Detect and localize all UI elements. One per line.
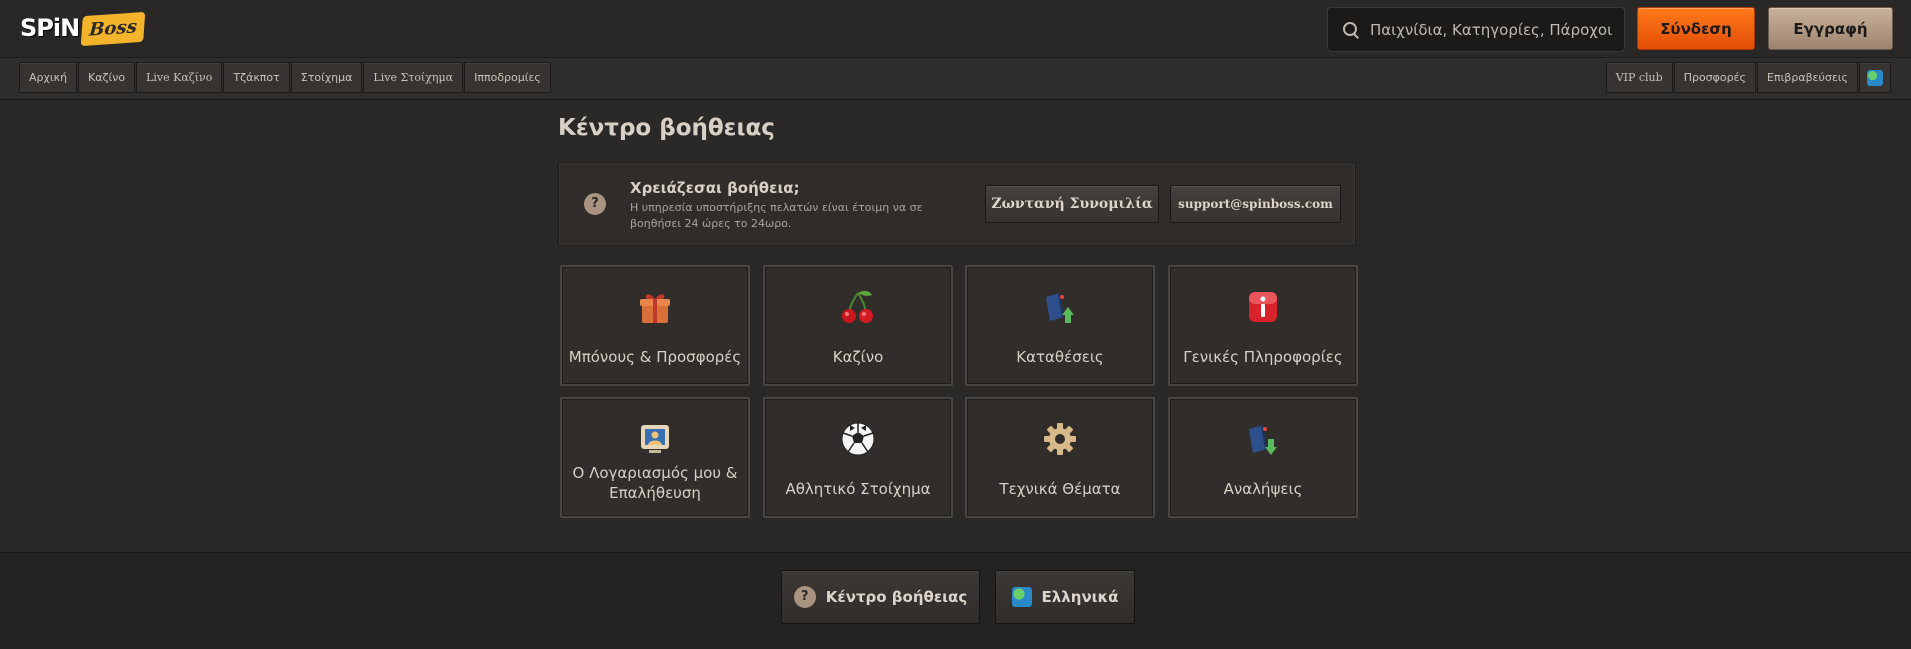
footer-language-label: Ελληνικά (1041, 588, 1119, 606)
footer-language-button[interactable]: Ελληνικά (995, 570, 1135, 624)
support-email-button[interactable]: support@spinboss.com (1170, 185, 1341, 223)
nav-item-casino[interactable]: Καζίνο (78, 62, 136, 93)
help-contact-box: ? Χρειάζεσαι βοήθεια; Η υπηρεσία υποστήρ… (558, 162, 1356, 246)
logo-spin-text: SPiN (20, 14, 80, 42)
globe-icon (1011, 587, 1032, 607)
nav-item-rewards[interactable]: Επιβραβεύσεις (1757, 62, 1858, 93)
tile-technical-issues[interactable]: Τεχνικά Θέματα (965, 397, 1155, 518)
info-icon (1249, 292, 1277, 322)
tile-bonus-offers[interactable]: Μπόνους & Προσφορές (560, 265, 750, 386)
tile-general-info[interactable]: Γενικές Πληροφορίες (1168, 265, 1358, 386)
search-box[interactable] (1327, 7, 1625, 52)
tile-label: Τεχνικά Θέματα (999, 480, 1121, 498)
tile-label: Γενικές Πληροφορίες (1183, 348, 1343, 366)
tile-label: Μπόνους & Προσφορές (568, 348, 742, 366)
register-button[interactable]: Εγγραφή (1768, 7, 1893, 50)
page-title: Κέντρο βοήθειας (558, 115, 775, 141)
nav-item-jackpot[interactable]: Τζάκποτ (223, 62, 290, 93)
tile-withdrawals[interactable]: Αναλήψεις (1168, 397, 1358, 518)
nav-item-horse-racing[interactable]: Ιπποδρομίες (464, 62, 551, 93)
tile-label: Καζίνο (832, 348, 884, 366)
nav-left-group: Αρχική Καζίνο Live Καζίνο Τζάκποτ Στοίχη… (19, 62, 552, 93)
football-icon (841, 422, 875, 456)
footer: ? Κέντρο βοήθειας Ελληνικά (0, 552, 1911, 649)
nav-item-language[interactable] (1859, 62, 1891, 93)
question-icon: ? (584, 193, 606, 215)
nav-item-live-casino[interactable]: Live Καζίνο (136, 62, 223, 93)
cherries-icon (842, 290, 873, 323)
gear-icon (1044, 423, 1076, 455)
tile-label: Αναλήψεις (1223, 480, 1303, 498)
globe-icon (1867, 69, 1883, 86)
gift-icon (640, 294, 670, 323)
nav-item-home[interactable]: Αρχική (19, 62, 78, 93)
search-icon (1342, 21, 1360, 39)
question-icon: ? (793, 586, 816, 608)
deposit-icon (1046, 293, 1074, 323)
tile-casino[interactable]: Καζίνο (763, 265, 953, 386)
search-input[interactable] (1370, 20, 1620, 39)
nav-item-live-betting[interactable]: Live Στοίχημα (363, 62, 464, 93)
spinboss-logo[interactable]: SPiN Boss (20, 11, 146, 47)
nav-item-vip-club[interactable]: VIP club (1605, 62, 1673, 93)
login-button[interactable]: Σύνδεση (1637, 7, 1755, 50)
help-title: Χρειάζεσαι βοήθεια; (630, 179, 800, 197)
withdrawal-icon (1249, 425, 1277, 455)
footer-help-center-button[interactable]: ? Κέντρο βοήθειας (781, 570, 980, 624)
nav-item-betting[interactable]: Στοίχημα (290, 62, 363, 93)
logo-boss-text: Boss (80, 11, 146, 47)
tile-sports-betting[interactable]: Αθλητικό Στοίχημα (763, 397, 953, 518)
tile-deposits[interactable]: Καταθέσεις (965, 265, 1155, 386)
nav-item-promotions[interactable]: Προσφορές (1673, 62, 1757, 93)
header: SPiN Boss Σύνδεση Εγγραφή (0, 0, 1911, 58)
main-nav: Αρχική Καζίνο Live Καζίνο Τζάκποτ Στοίχη… (0, 58, 1911, 100)
footer-help-label: Κέντρο βοήθειας (825, 588, 968, 606)
tile-account-verification[interactable]: Ο Λογαριασμός μου & Επαλήθευση (560, 397, 750, 518)
help-description: Η υπηρεσία υποστήριξης πελατών είναι έτο… (630, 201, 923, 230)
tile-label: Καταθέσεις (1016, 348, 1104, 366)
nav-right-group: VIP club Προσφορές Επιβραβεύσεις (1605, 62, 1892, 93)
account-icon (641, 425, 669, 453)
live-chat-button[interactable]: Ζωντανή Συνομιλία (985, 185, 1159, 223)
tile-label: Ο Λογαριασμός μου & Επαλήθευση (572, 464, 738, 502)
tile-label: Αθλητικό Στοίχημα (785, 480, 931, 498)
